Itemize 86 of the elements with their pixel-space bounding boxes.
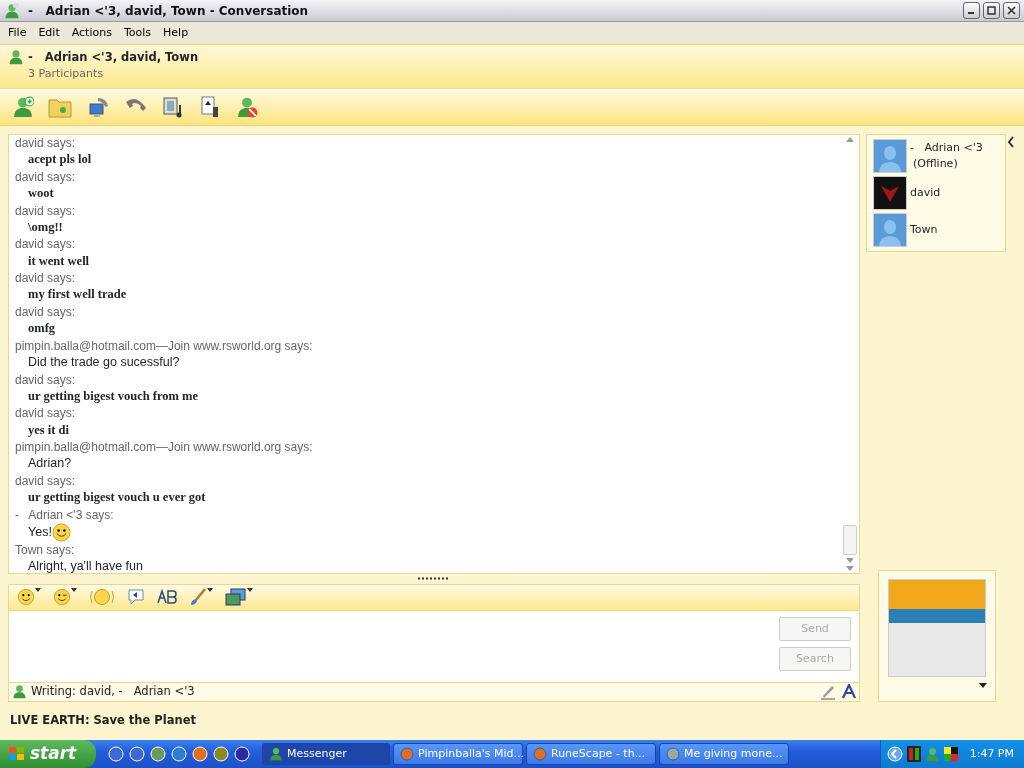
menu-item[interactable]: Actions [65, 24, 118, 42]
message-text: woot [27, 185, 55, 202]
message-text: \omg!! [27, 218, 64, 236]
folder-icon[interactable] [48, 96, 72, 118]
typing-status: Writing: david, - Adrian <'3 [31, 683, 195, 701]
people-icon [4, 2, 20, 19]
window-title: - Adrian <'3, david, Town - Conversation [28, 2, 309, 20]
conversation-title: - Adrian <'3, david, Town [28, 49, 199, 66]
arrow-left-icon[interactable] [886, 746, 903, 762]
scrollbar-thumb[interactable] [843, 525, 857, 555]
app-icon[interactable] [171, 746, 187, 762]
menu-item[interactable]: File [2, 24, 33, 42]
scroll-up-icon[interactable] [846, 137, 854, 142]
message-text: omfg [27, 320, 57, 338]
app-icon[interactable] [213, 746, 229, 762]
sender-line: david says: [15, 270, 77, 287]
app-icon[interactable] [234, 746, 250, 762]
app-icon[interactable] [150, 746, 166, 762]
people-icon [12, 684, 27, 700]
message-text: yes it di [27, 421, 70, 439]
footer-link[interactable]: LIVE EARTH: Save the Planet [10, 712, 196, 730]
close-icon [1007, 6, 1016, 15]
participant-count: 3 Participants [28, 66, 105, 83]
app-icon[interactable] [129, 746, 145, 762]
participant-status: (Offline) [912, 156, 959, 172]
sender-line: david says: [15, 236, 77, 253]
brush-dropdown-icon[interactable] [189, 588, 213, 607]
sender-line: david says: [15, 202, 77, 219]
browser-icon [400, 747, 414, 761]
caret-icon[interactable] [979, 683, 987, 688]
message-text: ur getting bigest vouch from me [27, 387, 199, 405]
color-squares-icon[interactable] [943, 747, 958, 761]
voice-clip-icon[interactable] [127, 588, 145, 607]
close-button[interactable] [1003, 2, 1020, 19]
menu-item[interactable]: Help [157, 24, 195, 42]
app-icon[interactable] [192, 746, 208, 762]
pen-icon[interactable] [820, 683, 836, 700]
browser-icon [533, 747, 547, 761]
people-icon [269, 747, 283, 761]
add-contact-icon[interactable] [12, 96, 34, 118]
sender-line: Town says: [15, 541, 76, 559]
message-text: ur getting bigest vouch u ever got [27, 489, 207, 507]
sender-line: david says: [15, 472, 77, 490]
sender-line: david says: [15, 135, 77, 152]
avatar-picture [873, 176, 907, 210]
emoticon-dropdown-icon[interactable] [17, 588, 41, 607]
sender-line: - Adrian <'3 says: [15, 506, 115, 523]
message-text: Adrian? [27, 455, 73, 473]
font-style-icon[interactable] [842, 683, 856, 700]
taskbar-button[interactable]: Messenger [262, 743, 390, 765]
menu-item[interactable]: Tools [117, 24, 158, 42]
block-contact-icon[interactable] [236, 96, 258, 118]
sender-line: pimpin.balla@hotmail.com—Join www.rsworld.org says: [15, 337, 314, 354]
sender-line: david says: [15, 168, 77, 185]
background-dropdown-icon[interactable] [225, 588, 253, 607]
clock: 1:47 PM [969, 745, 1014, 762]
meter-icon[interactable] [906, 746, 921, 762]
menu-item[interactable]: Edit [32, 24, 66, 42]
scroll-end-icon[interactable] [846, 566, 854, 571]
sender-line: david says: [15, 405, 77, 422]
smiley-icon [51, 522, 71, 542]
message-text: Did the trade go sucessful? [27, 354, 181, 371]
maximize-button[interactable] [983, 2, 1000, 19]
resize-grip-icon[interactable] [417, 577, 451, 581]
app-icon[interactable] [108, 746, 124, 762]
sender-line: david says: [15, 371, 77, 388]
video-call-icon[interactable] [86, 95, 110, 119]
sender-line: pimpin.balla@hotmail.com—Join www.rsworld.org says: [15, 439, 314, 456]
people-icon [8, 49, 24, 65]
message-text: Yes! [28, 524, 52, 542]
message-text: Alright, ya'll have fun [27, 558, 144, 573]
avatar-icon [873, 139, 907, 173]
font-icon[interactable] [157, 589, 177, 606]
message-text: it went well [27, 252, 91, 270]
avatar-icon [873, 213, 907, 247]
wink-dropdown-icon[interactable] [53, 588, 77, 607]
windows-logo-icon [8, 746, 26, 762]
scroll-down-icon[interactable] [846, 558, 854, 563]
maximize-icon [987, 6, 996, 15]
participant-name: david [910, 184, 941, 201]
sender-line: david says: [15, 304, 77, 321]
message-text: my first well trade [27, 286, 128, 304]
participant-name: Town [910, 221, 938, 238]
minimize-button[interactable] [963, 2, 980, 19]
participant-name: - Adrian <'3 [910, 139, 983, 156]
message-text: acept pls lol [27, 151, 93, 169]
